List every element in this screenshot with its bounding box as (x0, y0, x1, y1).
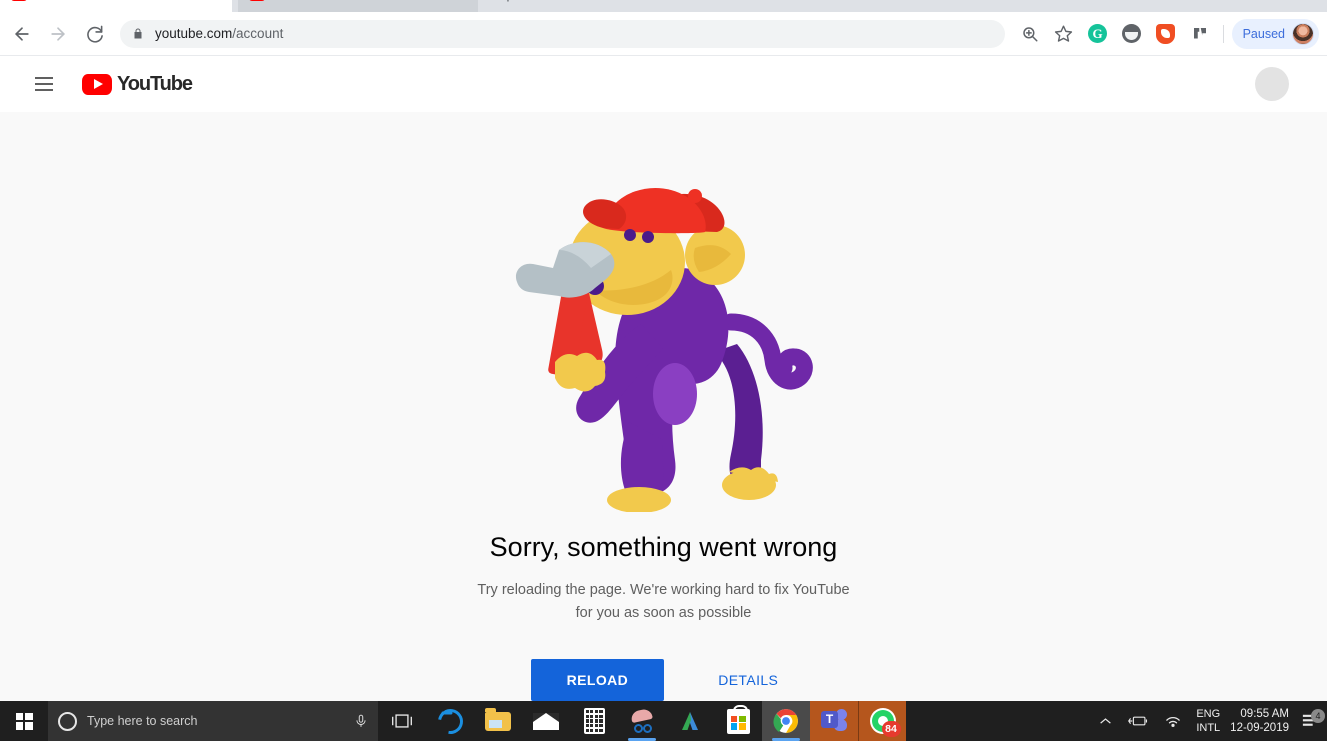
taskbar-app-microsoft-teams[interactable]: T (810, 701, 858, 741)
taskbar-app-mail[interactable] (522, 701, 570, 741)
account-avatar-placeholder[interactable] (1255, 67, 1289, 101)
youtube-logo-text: YouTube (117, 72, 193, 95)
url-path: /account (232, 26, 284, 41)
taskbar-app-google-chrome[interactable] (762, 701, 810, 741)
whatsapp-icon: 84 (869, 708, 901, 737)
youtube-favicon-icon (11, 0, 27, 1)
broken-monkey-with-hammer-illustration (515, 187, 813, 512)
gray-circle-glyph (1122, 24, 1142, 43)
task-view-icon[interactable] (378, 701, 426, 741)
screen: 500 Internal Server Error ✕ TeamYouTube … (0, 0, 1327, 741)
language-indicator[interactable]: ENG INTL (1190, 707, 1230, 735)
details-button[interactable]: DETAILS (700, 659, 796, 701)
taskbar-app-file-explorer[interactable] (474, 701, 522, 741)
taskbar-app-whatsapp[interactable]: 84 (858, 701, 906, 741)
notification-count-badge: 4 (1311, 709, 1325, 723)
user-avatar-photo[interactable] (1292, 22, 1314, 45)
windows-logo-glyph (15, 712, 33, 730)
snipping-tool-icon (628, 707, 656, 734)
sync-status-label: Paused (1242, 26, 1285, 41)
microphone-icon[interactable] (354, 713, 368, 729)
orange-shield-extension-icon[interactable] (1152, 20, 1180, 48)
taskbar-app-calculator[interactable] (570, 701, 618, 741)
google-ads-icon (682, 712, 698, 730)
browser-toolbar: youtube.com/account G Paused (0, 12, 1327, 56)
grammarly-extension-icon[interactable]: G (1084, 20, 1112, 48)
forward-arrow-icon[interactable] (42, 18, 74, 50)
browser-tab-1[interactable]: TeamYouTube [Help] - YouTube ✕ (238, 0, 478, 12)
battery-charging-icon[interactable] (1120, 714, 1156, 728)
language-line-1: ENG (1196, 708, 1221, 720)
error-subtitle-line1: Try reloading the page. We're working ha… (477, 582, 850, 598)
bookmark-star-icon[interactable] (1050, 20, 1078, 48)
clock[interactable]: 09:55 AM 12-09-2019 (1230, 707, 1299, 735)
gray-circle-extension-icon[interactable] (1118, 20, 1146, 48)
youtube-play-icon (82, 73, 112, 95)
taskbar-app-microsoft-edge[interactable] (426, 701, 474, 741)
file-explorer-icon (485, 707, 511, 731)
reload-icon[interactable] (78, 18, 110, 50)
chevron-up-icon[interactable] (1091, 717, 1120, 726)
error-content: Sorry, something went wrong Try reloadin… (0, 112, 1327, 701)
secure-lock-icon (132, 27, 144, 40)
error-subtitle: Try reloading the page. We're working ha… (477, 579, 849, 625)
zoom-search-icon[interactable] (1016, 20, 1044, 48)
microsoft-edge-icon (432, 703, 468, 739)
microsoft-teams-icon: T (821, 709, 847, 733)
whatsapp-unread-badge: 84 (881, 721, 901, 737)
search-placeholder: Type here to search (87, 714, 198, 728)
grammarly-glyph: G (1088, 24, 1108, 43)
wifi-icon[interactable] (1156, 714, 1190, 728)
gray-arrow-extension-icon[interactable] (1186, 20, 1214, 48)
youtube-favicon-icon (249, 0, 265, 1)
hamburger-menu-icon[interactable] (24, 64, 64, 104)
google-chrome-icon (773, 709, 798, 733)
profile-status-chip[interactable]: Paused (1231, 18, 1319, 49)
windows-taskbar: Type here to search T 84 ENG INTL 09:55 … (0, 701, 1327, 741)
taskbar-app-microsoft-store[interactable] (714, 701, 762, 741)
cortana-circle-icon (58, 711, 77, 731)
microsoft-store-icon (726, 704, 750, 734)
orange-shield-glyph (1156, 23, 1176, 44)
browser-tab-0[interactable]: 500 Internal Server Error ✕ (0, 0, 232, 12)
address-bar[interactable]: youtube.com/account (120, 19, 1005, 48)
error-title: Sorry, something went wrong (489, 532, 838, 562)
toolbar-divider (1222, 24, 1224, 43)
search-input[interactable]: Type here to search (48, 701, 378, 741)
back-arrow-icon[interactable] (6, 18, 38, 50)
clock-date: 12-09-2019 (1230, 722, 1289, 734)
close-icon[interactable]: ✕ (452, 0, 468, 1)
youtube-logo[interactable]: YouTube (82, 72, 193, 96)
action-center-icon[interactable]: 4 (1299, 709, 1327, 729)
taskbar-app-snipping-tool[interactable] (618, 701, 666, 741)
browser-tab-strip: 500 Internal Server Error ✕ TeamYouTube … (0, 0, 1327, 12)
youtube-header: YouTube (0, 56, 1327, 112)
url-host: youtube.com (155, 26, 233, 41)
youtube-page: YouTube Sorry, something went wrong Try … (0, 56, 1327, 701)
error-subtitle-line2: for you as soon as possible (575, 605, 752, 621)
error-actions: RELOAD DETAILS (530, 659, 797, 701)
taskbar-app-google-ads[interactable] (666, 701, 714, 741)
close-icon[interactable]: ✕ (206, 0, 222, 1)
calculator-icon (583, 708, 605, 734)
new-tab-button[interactable]: + (494, 0, 522, 12)
clock-time: 09:55 AM (1240, 708, 1289, 720)
language-line-2: INTL (1196, 722, 1221, 734)
system-tray: ENG INTL 09:55 AM 12-09-2019 4 (1091, 701, 1327, 741)
windows-start-icon[interactable] (0, 701, 48, 741)
reload-button[interactable]: RELOAD (530, 659, 665, 701)
mail-icon (533, 712, 559, 730)
